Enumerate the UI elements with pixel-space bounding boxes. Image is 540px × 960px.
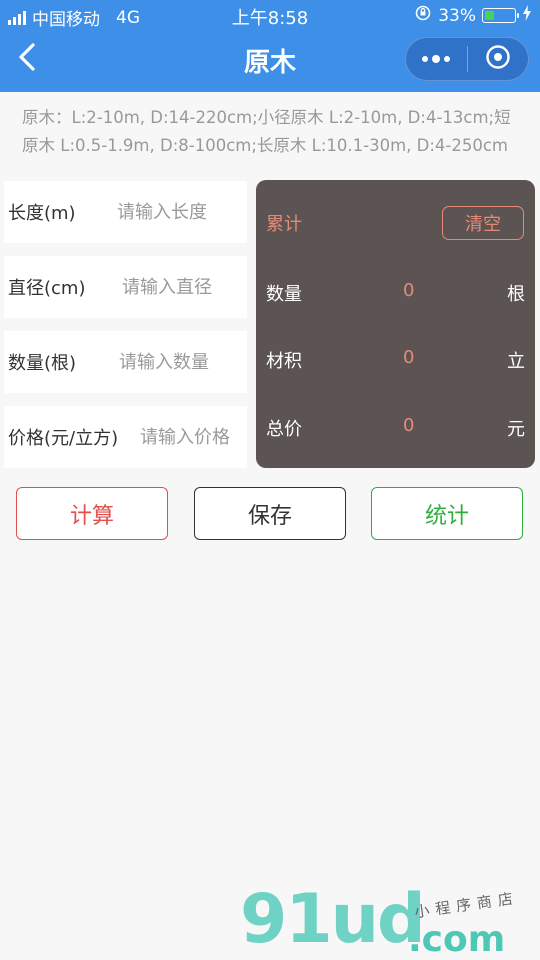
close-button[interactable]	[468, 38, 529, 80]
status-right: 33%	[414, 4, 532, 27]
watermark-logo: 91ud	[240, 880, 426, 959]
watermark-subtitle: 小程序商店	[413, 888, 520, 922]
watermark-domain: .com	[408, 919, 506, 960]
stats-button[interactable]: 统计	[371, 487, 523, 540]
quantity-field: 数量(根)	[4, 331, 247, 393]
summary-row-count: 数量 0 根	[266, 280, 525, 310]
summary-value: 0	[403, 280, 415, 301]
summary-unit: 根	[507, 284, 525, 305]
summary-title: 累计	[266, 214, 302, 235]
nav-bar: 原木	[0, 30, 540, 92]
summary-row-volume: 材积 0 立	[266, 347, 525, 377]
battery-icon	[482, 8, 519, 23]
quantity-input[interactable]	[119, 351, 242, 373]
save-button[interactable]: 保存	[194, 487, 346, 540]
watermark: 91ud 小程序商店 .com	[240, 880, 540, 960]
diameter-field: 直径(cm)	[4, 256, 247, 318]
rotation-lock-icon	[414, 4, 432, 27]
length-label: 长度(m)	[8, 203, 76, 224]
mini-program-capsule	[405, 37, 529, 81]
clear-button[interactable]: 清空	[442, 206, 524, 240]
more-dots-icon	[422, 55, 451, 63]
summary-row-total: 总价 0 元	[266, 415, 525, 445]
price-input[interactable]	[140, 426, 244, 448]
summary-unit: 元	[507, 419, 525, 440]
quantity-label: 数量(根)	[8, 353, 77, 374]
target-circle-icon	[485, 44, 511, 74]
calculate-button[interactable]: 计算	[16, 487, 168, 540]
summary-panel: 累计 清空 数量 0 根 材积 0 立 总价 0 元	[256, 180, 535, 468]
spec-notice: 原木：L:2-10m, D:14-220cm;小径原木 L:2-10m, D:4…	[22, 108, 511, 155]
price-label: 价格(元/立方)	[8, 428, 119, 449]
price-field: 价格(元/立方)	[4, 406, 247, 468]
summary-label: 数量	[266, 284, 302, 305]
battery-fill	[485, 11, 494, 20]
summary-label: 材积	[266, 351, 302, 372]
top-bar: 中国移动 4G 上午8:58 33% 原木	[0, 0, 540, 92]
length-input[interactable]	[117, 201, 242, 223]
summary-unit: 立	[507, 351, 525, 372]
battery-percent: 33%	[438, 5, 476, 26]
summary-label: 总价	[266, 419, 302, 440]
diameter-input[interactable]	[122, 276, 242, 298]
status-bar: 中国移动 4G 上午8:58 33%	[0, 0, 540, 30]
charging-icon	[522, 5, 532, 26]
diameter-label: 直径(cm)	[8, 278, 86, 299]
summary-value: 0	[403, 415, 415, 436]
length-field: 长度(m)	[4, 181, 247, 243]
more-button[interactable]	[406, 38, 467, 80]
summary-value: 0	[403, 347, 415, 368]
